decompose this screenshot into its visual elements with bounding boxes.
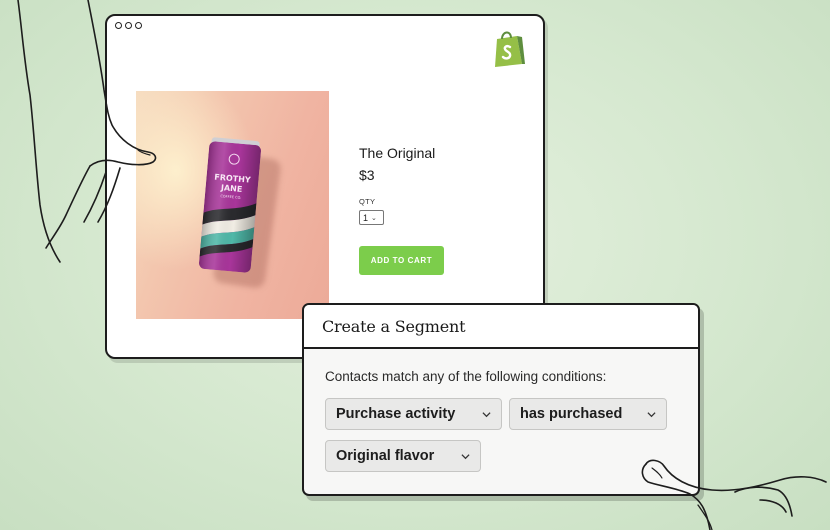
- left-hand-outline: [17, 0, 61, 263]
- qty-value: 1: [363, 212, 369, 223]
- chevron-down-icon: ⌄: [371, 214, 377, 222]
- window-dot-icon[interactable]: [125, 22, 132, 29]
- product-price: $3: [359, 167, 375, 183]
- qty-label: QTY: [359, 197, 376, 206]
- conditions-text: Contacts match any of the following cond…: [325, 369, 607, 384]
- add-to-cart-button[interactable]: ADD TO CART: [359, 246, 444, 275]
- chevron-down-icon: [647, 411, 656, 417]
- qty-select[interactable]: 1 ⌄: [359, 210, 384, 225]
- dropdown-label: has purchased: [520, 406, 623, 422]
- original-flavor-dropdown[interactable]: Original flavor: [325, 440, 481, 472]
- segment-title: Create a Segment: [322, 316, 466, 336]
- has-purchased-dropdown[interactable]: has purchased: [509, 398, 667, 430]
- chevron-down-icon: [461, 453, 470, 459]
- window-dot-icon[interactable]: [115, 22, 122, 29]
- product-title: The Original: [359, 145, 436, 161]
- dropdown-label: Purchase activity: [336, 406, 456, 422]
- dropdown-label: Original flavor: [336, 448, 435, 464]
- coffee-can-image: FROTHY JANE COFFEE CO.: [198, 137, 262, 274]
- shopping-bag-icon: [495, 31, 525, 67]
- window-controls[interactable]: [115, 22, 142, 29]
- chevron-down-icon: [482, 411, 491, 417]
- window-dot-icon[interactable]: [135, 22, 142, 29]
- svg-text:JANE: JANE: [220, 183, 243, 194]
- segment-header: Create a Segment: [304, 305, 698, 349]
- create-segment-card: Create a Segment Contacts match any of t…: [302, 303, 700, 496]
- purchase-activity-dropdown[interactable]: Purchase activity: [325, 398, 502, 430]
- product-image[interactable]: FROTHY JANE COFFEE CO.: [136, 91, 329, 319]
